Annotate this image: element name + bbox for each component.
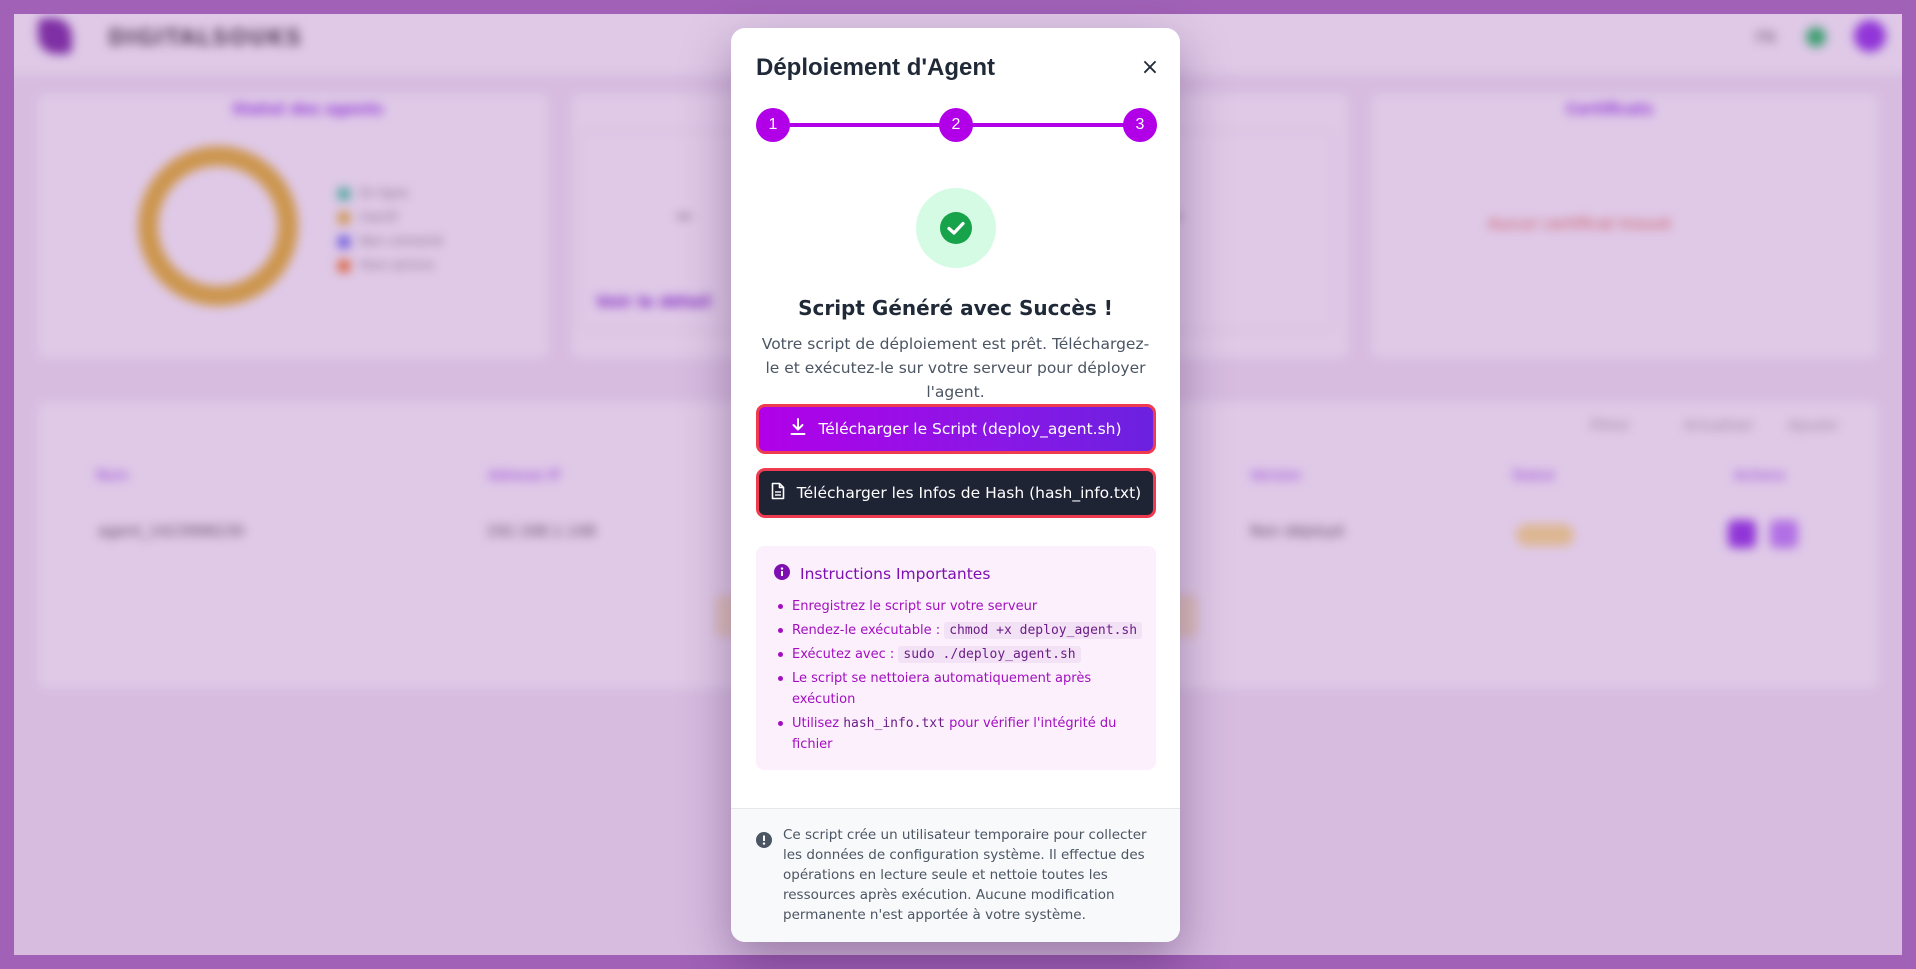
success-indicator [916,188,996,268]
list-item: Enregistrez le script sur votre serveur [778,596,1148,617]
list-item: Exécutez avec : sudo ./deploy_agent.sh [778,644,1148,665]
file-icon [771,482,785,504]
modal-title: Déploiement d'Agent [756,54,996,81]
list-item: Utilisez hash_info.txt pour vérifier l'i… [778,713,1148,755]
alert-icon [756,832,772,852]
instructions-list: Enregistrez le script sur votre serveur … [778,596,1148,758]
download-script-button[interactable]: Télécharger le Script (deploy_agent.sh) [756,404,1156,454]
download-hash-button[interactable]: Télécharger les Infos de Hash (hash_info… [756,468,1156,518]
success-description: Votre script de déploiement est prêt. Té… [761,335,1150,401]
step-3: 3 [1123,108,1157,142]
footer-note: Ce script crée un utilisateur temporaire… [783,827,1147,923]
download-script-label: Télécharger le Script (deploy_agent.sh) [818,420,1122,438]
download-icon [790,418,806,440]
code-snippet: hash_info.txt [843,716,945,731]
step-2: 2 [939,108,973,142]
deployment-modal: Déploiement d'Agent × 1 2 3 Script Génér… [731,28,1180,942]
list-item: Rendez-le exécutable : chmod +x deploy_a… [778,620,1148,641]
download-hash-label: Télécharger les Infos de Hash (hash_info… [796,484,1142,502]
step-1: 1 [756,108,790,142]
check-icon [940,212,972,244]
instructions-title: Instructions Importantes [800,565,991,583]
close-icon[interactable]: × [1137,55,1163,81]
list-item: Le script se nettoiera automatiquement a… [778,668,1148,710]
success-title: Script Généré avec Succès ! [798,296,1113,320]
modal-footer: Ce script crée un utilisateur temporaire… [731,809,1180,942]
code-snippet: chmod +x deploy_agent.sh [944,622,1143,639]
instructions-panel: Instructions Importantes Enregistrez le … [756,546,1156,770]
code-snippet: sudo ./deploy_agent.sh [898,646,1081,663]
instructions-header: Instructions Importantes [774,564,990,584]
info-icon [774,564,790,584]
